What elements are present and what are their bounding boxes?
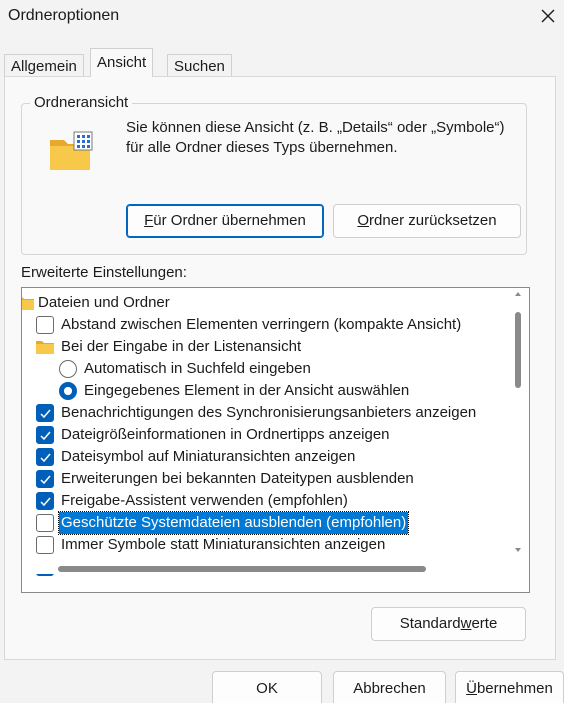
checkbox[interactable] xyxy=(36,536,54,554)
ok-button[interactable]: OK xyxy=(212,671,322,703)
cancel-button[interactable]: Abbrechen xyxy=(333,671,446,703)
vertical-scrollbar[interactable] xyxy=(510,288,526,558)
horizontal-scroll-thumb[interactable] xyxy=(58,566,426,572)
radio-button[interactable] xyxy=(59,382,77,400)
radio-label: Eingegebenes Element in der Ansicht ausw… xyxy=(84,382,410,399)
apply-button[interactable]: Übernehmen xyxy=(455,671,564,703)
folder-view-label: Ordneransicht xyxy=(30,94,133,111)
checkbox[interactable] xyxy=(36,470,54,488)
checkbox-label: Benachrichtigungen des Synchronisierungs… xyxy=(61,404,477,421)
tab-suchen[interactable]: Suchen xyxy=(167,54,232,77)
checkbox-label: Dateigrößeinformationen in Ordnertipps a… xyxy=(61,426,390,443)
checkbox[interactable] xyxy=(36,448,54,466)
tab-ansicht[interactable]: Ansicht xyxy=(90,48,154,77)
checkbox[interactable] xyxy=(36,404,54,422)
folder-view-description: Sie können diese Ansicht (z. B. „Details… xyxy=(126,119,505,156)
checkbox-label-selected: Geschützte Systemdateien ausblenden (emp… xyxy=(57,511,410,535)
reset-folders-button[interactable]: Ordner zurücksetzen xyxy=(333,204,521,238)
horizontal-scrollbar[interactable] xyxy=(22,558,526,574)
advanced-settings-label: Erweiterte Einstellungen: xyxy=(21,264,187,281)
checkbox-label: Freigabe-Assistent verwenden (empfohlen) xyxy=(61,492,348,509)
tab-allgemein[interactable]: Allgemein xyxy=(4,54,84,77)
checkbox[interactable] xyxy=(36,514,54,532)
checkbox-label: Abstand zwischen Elementen verringern (k… xyxy=(61,316,462,333)
checkbox[interactable] xyxy=(36,492,54,510)
checkbox-label: Dateisymbol auf Miniaturansichten anzeig… xyxy=(61,448,356,465)
checkbox-label: Erweiterungen bei bekannten Dateitypen a… xyxy=(61,470,414,487)
defaults-button[interactable]: Standardwerte xyxy=(371,607,526,641)
window-title: Ordneroptionen xyxy=(8,7,120,24)
scroll-down-arrow-icon[interactable] xyxy=(515,548,521,552)
tree-folder-label: Bei der Eingabe in der Listenansicht xyxy=(61,338,302,355)
checkbox-label: Immer Symbole statt Miniaturansichten an… xyxy=(61,536,386,553)
checkbox[interactable] xyxy=(36,316,54,334)
folder-view-icon xyxy=(48,130,94,176)
folder-icon xyxy=(22,297,34,310)
advanced-settings-tree[interactable]: Dateien und Ordner Abstand zwischen Elem… xyxy=(21,287,530,593)
title-bar: Ordneroptionen xyxy=(0,0,564,36)
radio-button[interactable] xyxy=(59,360,77,378)
vertical-scroll-thumb[interactable] xyxy=(515,312,521,388)
radio-label: Automatisch in Suchfeld eingeben xyxy=(84,360,311,377)
tab-panel-ansicht: Ordneransicht Sie können diese Ansicht (… xyxy=(4,76,556,660)
tree-folder-label: Dateien und Ordner xyxy=(38,294,170,311)
close-icon[interactable] xyxy=(536,4,560,28)
scroll-up-arrow-icon[interactable] xyxy=(515,292,521,296)
folder-view-group: Ordneransicht Sie können diese Ansicht (… xyxy=(21,94,527,255)
apply-to-folders-button[interactable]: Für Ordner übernehmen xyxy=(126,204,324,238)
checkbox[interactable] xyxy=(36,426,54,444)
folder-icon xyxy=(36,341,54,354)
